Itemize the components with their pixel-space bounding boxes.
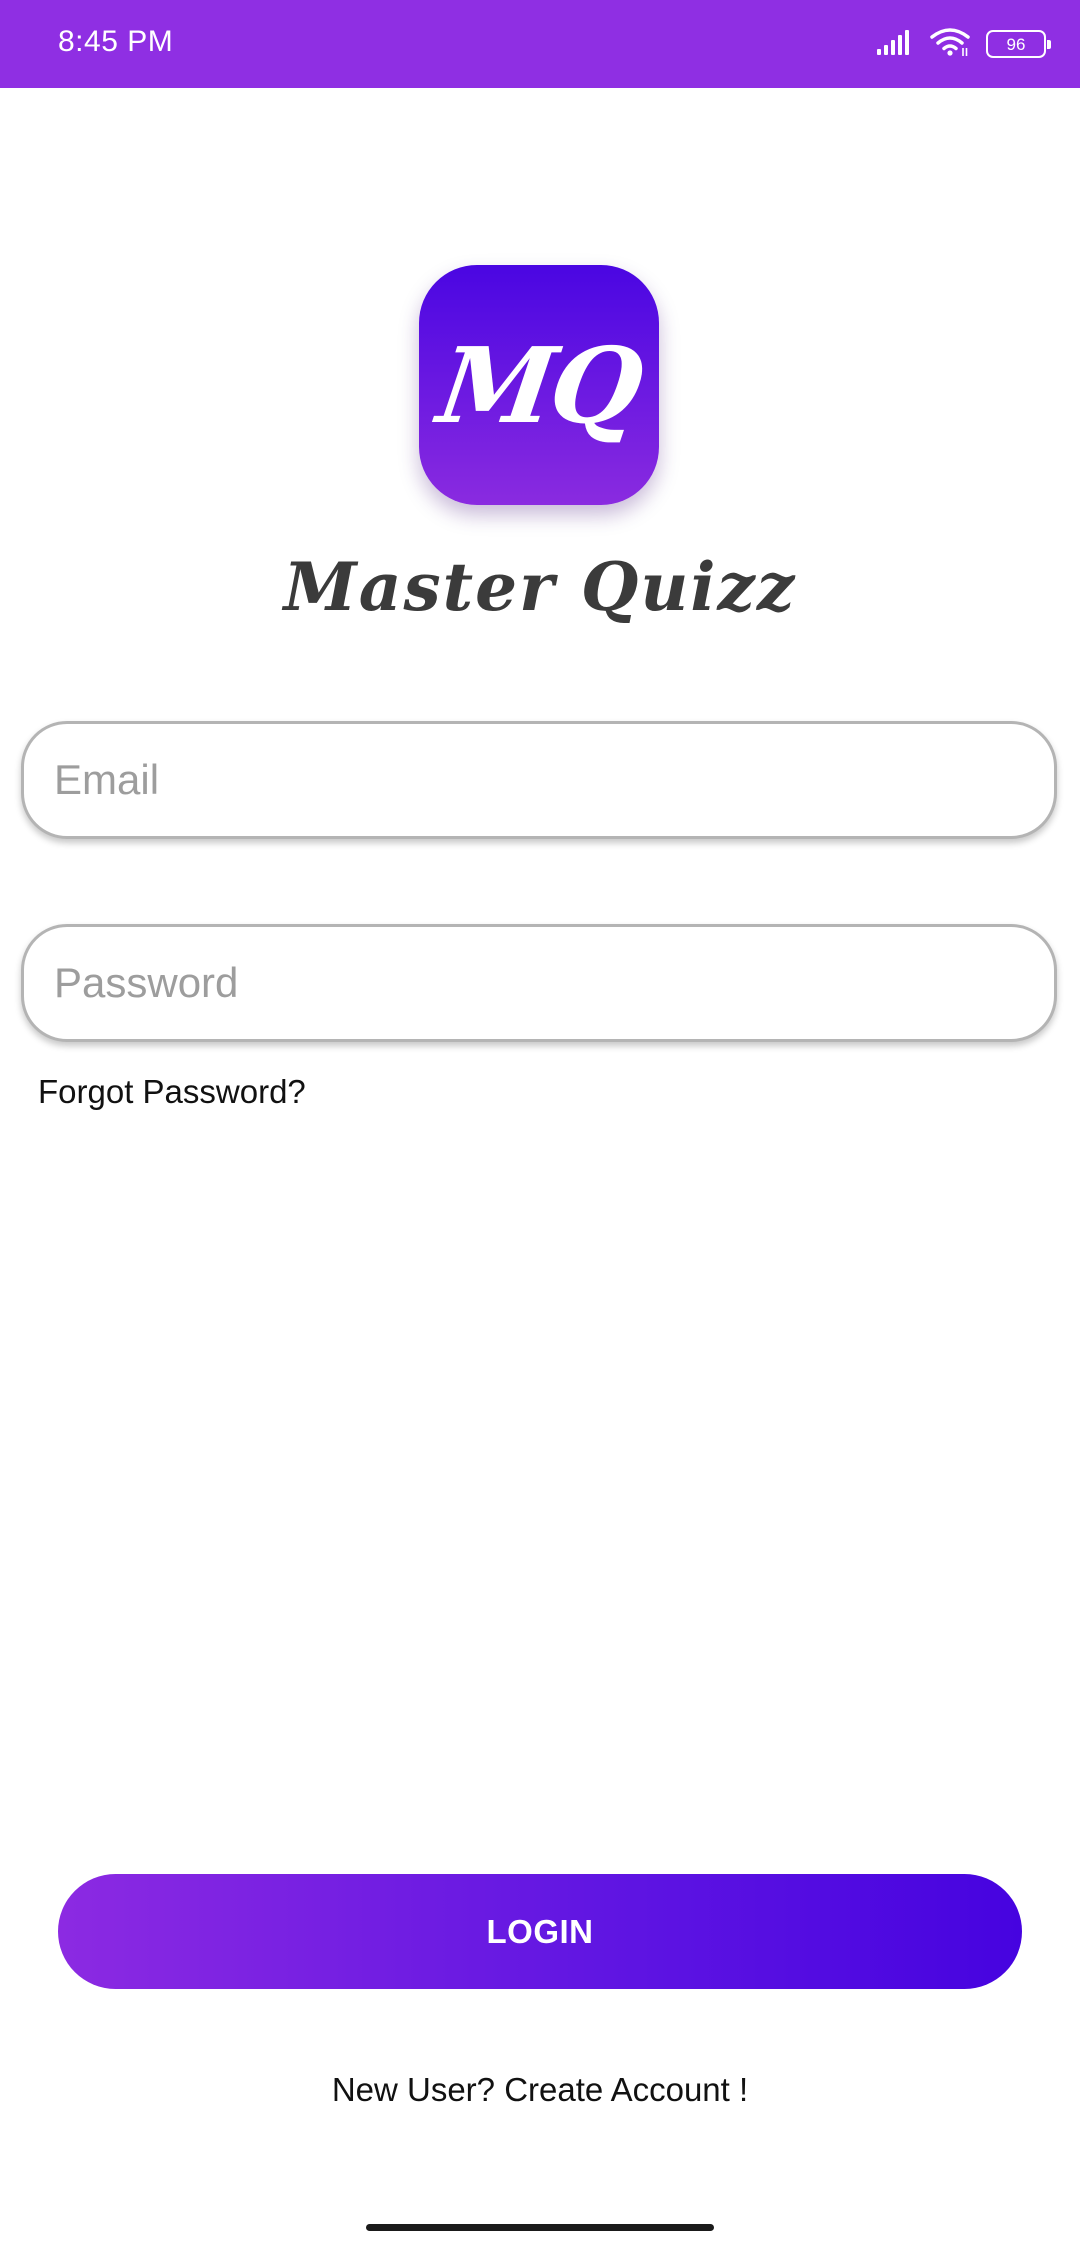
email-field-container[interactable] bbox=[21, 721, 1057, 839]
login-button[interactable]: LOGIN bbox=[58, 1874, 1022, 1989]
app-logo: MQ bbox=[419, 265, 659, 505]
forgot-password-link[interactable]: Forgot Password? bbox=[38, 1070, 306, 1114]
email-field[interactable] bbox=[54, 724, 1024, 836]
cellular-signal-icon bbox=[876, 29, 914, 60]
battery-icon: 96 bbox=[986, 30, 1051, 58]
password-field-container[interactable] bbox=[21, 924, 1057, 1042]
app-logo-text: MQ bbox=[431, 323, 647, 447]
create-account-link[interactable]: New User? Create Account ! bbox=[0, 2068, 1080, 2112]
status-bar: 8:45 PM 96 bbox=[0, 0, 1080, 88]
status-time: 8:45 PM bbox=[58, 25, 174, 58]
wifi-icon bbox=[930, 27, 970, 62]
password-field[interactable] bbox=[54, 927, 1024, 1039]
home-indicator[interactable] bbox=[366, 2224, 714, 2231]
app-name: Master Quizz bbox=[283, 548, 797, 626]
status-icons: 96 bbox=[876, 24, 1051, 64]
battery-level: 96 bbox=[1006, 34, 1026, 54]
login-button-label: LOGIN bbox=[486, 1912, 594, 1950]
